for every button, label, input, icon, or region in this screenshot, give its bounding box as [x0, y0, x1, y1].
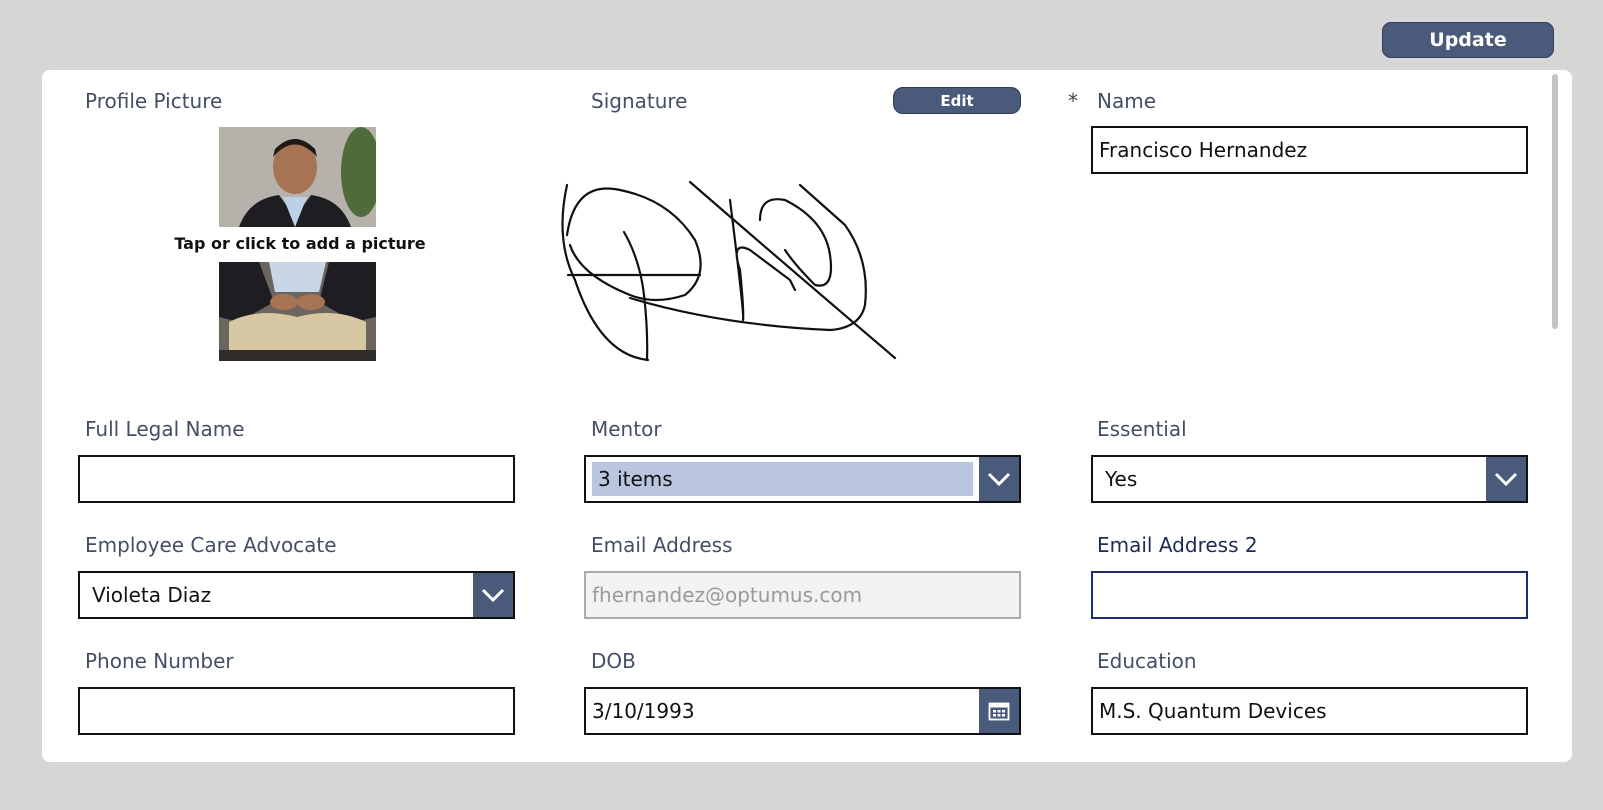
mentor-selection-chip: 3 items	[592, 462, 973, 496]
email-2-field[interactable]	[1091, 571, 1528, 619]
mentor-label: Mentor	[591, 417, 662, 441]
mentor-combobox[interactable]: 3 items	[584, 455, 1021, 503]
name-label: Name	[1097, 89, 1157, 113]
edit-signature-button[interactable]: Edit	[893, 87, 1021, 114]
dob-value: 3/10/1993	[592, 699, 695, 723]
update-button[interactable]: Update	[1382, 22, 1554, 58]
calendar-icon	[988, 702, 1010, 721]
chevron-down-icon	[481, 588, 505, 603]
essential-dropdown[interactable]: Yes	[1091, 455, 1528, 503]
care-advocate-value: Violeta Diaz	[92, 583, 212, 607]
profile-picture-label: Profile Picture	[85, 89, 223, 113]
add-picture-hint[interactable]: Tap or click to add a picture	[150, 234, 450, 253]
email-value: fhernandez@optumus.com	[592, 583, 863, 607]
full-legal-name-label: Full Legal Name	[85, 417, 245, 441]
essential-dropdown-button[interactable]	[1486, 457, 1526, 501]
profile-photo-bottom[interactable]	[219, 262, 376, 361]
dob-date-picker[interactable]: 3/10/1993	[584, 687, 1021, 735]
signature-label: Signature	[591, 89, 688, 113]
profile-photo-top[interactable]	[219, 127, 376, 227]
chevron-down-icon	[987, 472, 1011, 487]
phone-label: Phone Number	[85, 649, 234, 673]
care-advocate-dropdown-button[interactable]	[473, 573, 513, 617]
education-value: M.S. Quantum Devices	[1099, 699, 1327, 723]
email-label: Email Address	[591, 533, 733, 557]
full-legal-name-field[interactable]	[78, 455, 515, 503]
essential-value: Yes	[1105, 467, 1138, 491]
dob-label: DOB	[591, 649, 636, 673]
scrollbar[interactable]	[1552, 74, 1558, 329]
mentor-dropdown-button[interactable]	[979, 457, 1019, 501]
essential-label: Essential	[1097, 417, 1187, 441]
signature-drawing	[561, 180, 897, 362]
care-advocate-label: Employee Care Advocate	[85, 533, 337, 557]
required-marker: *	[1068, 89, 1078, 113]
phone-field[interactable]	[78, 687, 515, 735]
email-2-label: Email Address 2	[1097, 533, 1258, 557]
dob-calendar-button[interactable]	[979, 689, 1019, 733]
care-advocate-dropdown[interactable]: Violeta Diaz	[78, 571, 515, 619]
education-label: Education	[1097, 649, 1197, 673]
profile-photo-bottom-image	[219, 262, 376, 361]
email-field: fhernandez@optumus.com	[584, 571, 1021, 619]
name-field[interactable]: Francisco Hernandez	[1091, 126, 1528, 174]
education-field[interactable]: M.S. Quantum Devices	[1091, 687, 1528, 735]
chevron-down-icon	[1494, 472, 1518, 487]
name-value: Francisco Hernandez	[1099, 138, 1308, 162]
profile-photo-top-image	[219, 127, 376, 227]
